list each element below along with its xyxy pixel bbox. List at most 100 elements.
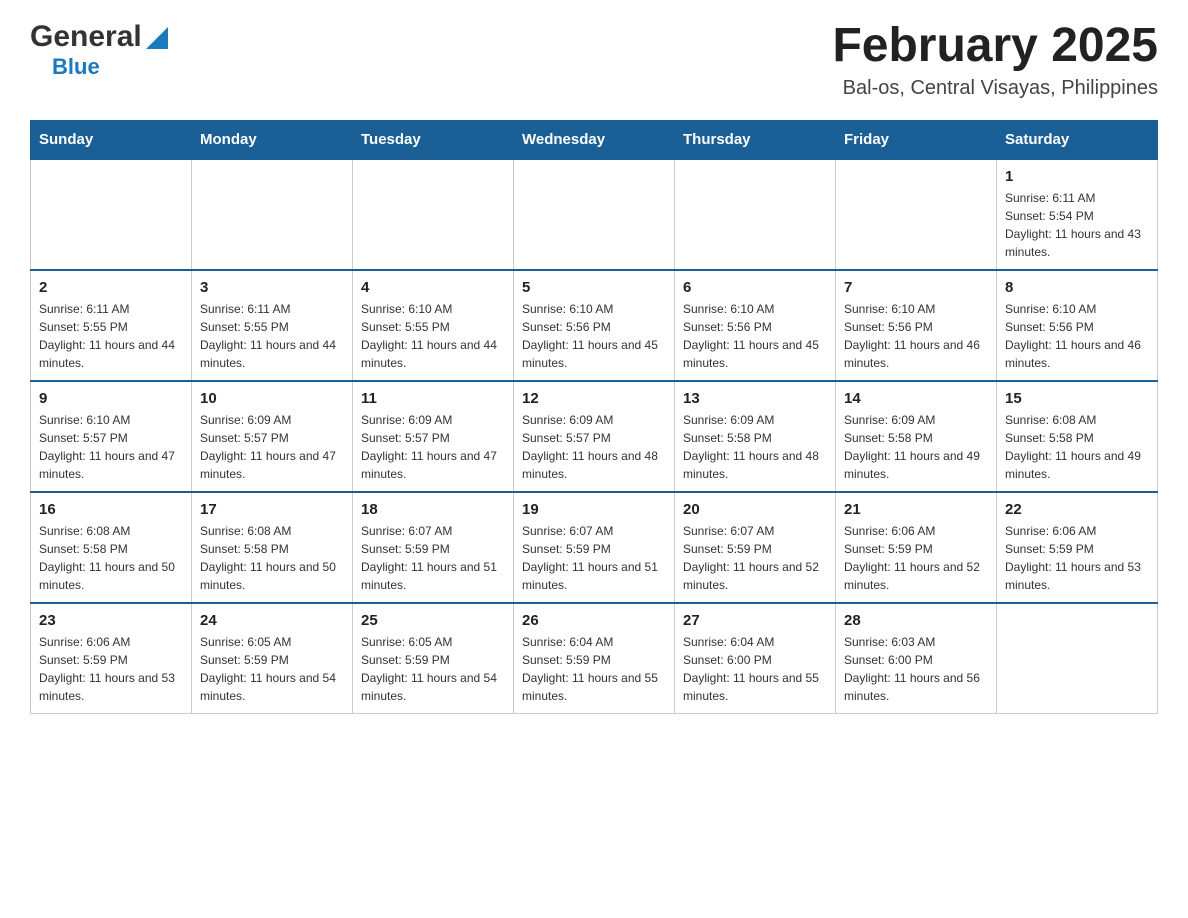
day-number: 17 xyxy=(200,501,344,518)
calendar-body: 1Sunrise: 6:11 AMSunset: 5:54 PMDaylight… xyxy=(31,159,1158,714)
day-number: 7 xyxy=(844,279,988,296)
calendar-cell-w5-d3: 25 Sunrise: 6:05 AMSunset: 5:59 PMDayligh… xyxy=(353,603,514,714)
header-thursday: Thursday xyxy=(675,120,836,159)
day-info: Sunrise: 6:11 AMSunset: 5:55 PMDaylight:… xyxy=(39,300,183,372)
day-info: Sunrise: 6:09 AMSunset: 5:57 PMDaylight:… xyxy=(522,411,666,483)
day-number: 12 xyxy=(522,390,666,407)
day-info: Sunrise: 6:09 AMSunset: 5:57 PMDaylight:… xyxy=(200,411,344,483)
calendar-cell-w2-d2: 3Sunrise: 6:11 AMSunset: 5:55 PMDaylight… xyxy=(192,270,353,381)
logo-triangle-icon xyxy=(146,27,168,49)
day-number: 21 xyxy=(844,501,988,518)
calendar-cell-w2-d1: 2 Sunrise: 6:11 AMSunset: 5:55 PMDaylight… xyxy=(31,270,192,381)
day-number: 10 xyxy=(200,390,344,407)
calendar-cell-w2-d7: 8 Sunrise: 6:10 AMSunset: 5:56 PMDaylight… xyxy=(997,270,1158,381)
day-info: Sunrise: 6:09 AMSunset: 5:58 PMDaylight:… xyxy=(844,411,988,483)
day-info: Sunrise: 6:06 AMSunset: 5:59 PMDaylight:… xyxy=(1005,522,1149,594)
calendar-cell-w5-d4: 26 Sunrise: 6:04 AMSunset: 5:59 PMDayligh… xyxy=(514,603,675,714)
week-row-3: 9Sunrise: 6:10 AMSunset: 5:57 PMDaylight… xyxy=(31,381,1158,492)
calendar-cell-w5-d5: 27 Sunrise: 6:04 AMSunset: 6:00 PMDayligh… xyxy=(675,603,836,714)
header-saturday: Saturday xyxy=(997,120,1158,159)
day-number: 6 xyxy=(683,279,827,296)
header-wednesday: Wednesday xyxy=(514,120,675,159)
days-of-week-row: SundayMondayTuesdayWednesdayThursdayFrid… xyxy=(31,120,1158,159)
logo: General Blue xyxy=(30,20,168,80)
day-number: 27 xyxy=(683,612,827,629)
calendar-cell-w1-d3 xyxy=(353,159,514,270)
day-info: Sunrise: 6:08 AMSunset: 5:58 PMDaylight:… xyxy=(39,522,183,594)
calendar-cell-w1-d5 xyxy=(675,159,836,270)
day-info: Sunrise: 6:10 AMSunset: 5:56 PMDaylight:… xyxy=(683,300,827,372)
week-row-4: 16 Sunrise: 6:08 AMSunset: 5:58 PMDayligh… xyxy=(31,492,1158,603)
day-number: 18 xyxy=(361,501,505,518)
week-row-5: 23 Sunrise: 6:06 AMSunset: 5:59 PMDayligh… xyxy=(31,603,1158,714)
header-sunday: Sunday xyxy=(31,120,192,159)
calendar-cell-w3-d1: 9Sunrise: 6:10 AMSunset: 5:57 PMDaylight… xyxy=(31,381,192,492)
calendar-cell-w3-d5: 13 Sunrise: 6:09 AMSunset: 5:58 PMDayligh… xyxy=(675,381,836,492)
calendar-cell-w4-d6: 21Sunrise: 6:06 AMSunset: 5:59 PMDayligh… xyxy=(836,492,997,603)
calendar-cell-w5-d1: 23 Sunrise: 6:06 AMSunset: 5:59 PMDayligh… xyxy=(31,603,192,714)
calendar-cell-w5-d7 xyxy=(997,603,1158,714)
calendar-cell-w1-d4 xyxy=(514,159,675,270)
calendar-cell-w4-d7: 22 Sunrise: 6:06 AMSunset: 5:59 PMDayligh… xyxy=(997,492,1158,603)
calendar-cell-w1-d6 xyxy=(836,159,997,270)
day-info: Sunrise: 6:11 AMSunset: 5:54 PMDaylight:… xyxy=(1005,189,1149,261)
calendar-cell-w4-d2: 17 Sunrise: 6:08 AMSunset: 5:58 PMDayligh… xyxy=(192,492,353,603)
day-number: 2 xyxy=(39,279,183,296)
calendar-cell-w3-d3: 11 Sunrise: 6:09 AMSunset: 5:57 PMDayligh… xyxy=(353,381,514,492)
day-info: Sunrise: 6:04 AMSunset: 6:00 PMDaylight:… xyxy=(683,633,827,705)
day-info: Sunrise: 6:10 AMSunset: 5:57 PMDaylight:… xyxy=(39,411,183,483)
calendar-cell-w2-d5: 6 Sunrise: 6:10 AMSunset: 5:56 PMDaylight… xyxy=(675,270,836,381)
day-info: Sunrise: 6:06 AMSunset: 5:59 PMDaylight:… xyxy=(39,633,183,705)
day-number: 19 xyxy=(522,501,666,518)
calendar-cell-w1-d7: 1Sunrise: 6:11 AMSunset: 5:54 PMDaylight… xyxy=(997,159,1158,270)
day-info: Sunrise: 6:10 AMSunset: 5:56 PMDaylight:… xyxy=(1005,300,1149,372)
day-number: 3 xyxy=(200,279,344,296)
logo-blue-text: Blue xyxy=(52,54,100,79)
day-info: Sunrise: 6:08 AMSunset: 5:58 PMDaylight:… xyxy=(1005,411,1149,483)
calendar-cell-w1-d2 xyxy=(192,159,353,270)
day-number: 26 xyxy=(522,612,666,629)
title-block: February 2025 Bal-os, Central Visayas, P… xyxy=(832,20,1158,100)
day-number: 13 xyxy=(683,390,827,407)
calendar-cell-w5-d2: 24 Sunrise: 6:05 AMSunset: 5:59 PMDayligh… xyxy=(192,603,353,714)
calendar-cell-w4-d1: 16 Sunrise: 6:08 AMSunset: 5:58 PMDayligh… xyxy=(31,492,192,603)
calendar-cell-w2-d6: 7 Sunrise: 6:10 AMSunset: 5:56 PMDaylight… xyxy=(836,270,997,381)
month-title: February 2025 xyxy=(832,20,1158,73)
day-info: Sunrise: 6:09 AMSunset: 5:57 PMDaylight:… xyxy=(361,411,505,483)
week-row-2: 2 Sunrise: 6:11 AMSunset: 5:55 PMDaylight… xyxy=(31,270,1158,381)
calendar-cell-w4-d3: 18 Sunrise: 6:07 AMSunset: 5:59 PMDayligh… xyxy=(353,492,514,603)
day-info: Sunrise: 6:07 AMSunset: 5:59 PMDaylight:… xyxy=(361,522,505,594)
day-number: 14 xyxy=(844,390,988,407)
day-number: 24 xyxy=(200,612,344,629)
calendar-cell-w2-d4: 5Sunrise: 6:10 AMSunset: 5:56 PMDaylight… xyxy=(514,270,675,381)
day-info: Sunrise: 6:08 AMSunset: 5:58 PMDaylight:… xyxy=(200,522,344,594)
day-info: Sunrise: 6:05 AMSunset: 5:59 PMDaylight:… xyxy=(200,633,344,705)
day-number: 16 xyxy=(39,501,183,518)
header-monday: Monday xyxy=(192,120,353,159)
day-number: 20 xyxy=(683,501,827,518)
day-info: Sunrise: 6:10 AMSunset: 5:55 PMDaylight:… xyxy=(361,300,505,372)
day-info: Sunrise: 6:07 AMSunset: 5:59 PMDaylight:… xyxy=(522,522,666,594)
day-info: Sunrise: 6:07 AMSunset: 5:59 PMDaylight:… xyxy=(683,522,827,594)
day-info: Sunrise: 6:05 AMSunset: 5:59 PMDaylight:… xyxy=(361,633,505,705)
page-header: General Blue February 2025 Bal-os, Centr… xyxy=(30,20,1158,100)
day-number: 11 xyxy=(361,390,505,407)
day-number: 4 xyxy=(361,279,505,296)
calendar-table: SundayMondayTuesdayWednesdayThursdayFrid… xyxy=(30,120,1158,714)
calendar-cell-w5-d6: 28Sunrise: 6:03 AMSunset: 6:00 PMDayligh… xyxy=(836,603,997,714)
day-number: 23 xyxy=(39,612,183,629)
day-number: 5 xyxy=(522,279,666,296)
day-info: Sunrise: 6:09 AMSunset: 5:58 PMDaylight:… xyxy=(683,411,827,483)
day-info: Sunrise: 6:10 AMSunset: 5:56 PMDaylight:… xyxy=(844,300,988,372)
calendar-cell-w3-d7: 15Sunrise: 6:08 AMSunset: 5:58 PMDayligh… xyxy=(997,381,1158,492)
day-info: Sunrise: 6:04 AMSunset: 5:59 PMDaylight:… xyxy=(522,633,666,705)
day-number: 22 xyxy=(1005,501,1149,518)
day-number: 25 xyxy=(361,612,505,629)
logo-general-text: General xyxy=(30,20,142,54)
day-number: 8 xyxy=(1005,279,1149,296)
week-row-1: 1Sunrise: 6:11 AMSunset: 5:54 PMDaylight… xyxy=(31,159,1158,270)
day-number: 28 xyxy=(844,612,988,629)
calendar-cell-w4-d5: 20 Sunrise: 6:07 AMSunset: 5:59 PMDayligh… xyxy=(675,492,836,603)
calendar-cell-w3-d6: 14 Sunrise: 6:09 AMSunset: 5:58 PMDayligh… xyxy=(836,381,997,492)
calendar-cell-w3-d4: 12 Sunrise: 6:09 AMSunset: 5:57 PMDayligh… xyxy=(514,381,675,492)
